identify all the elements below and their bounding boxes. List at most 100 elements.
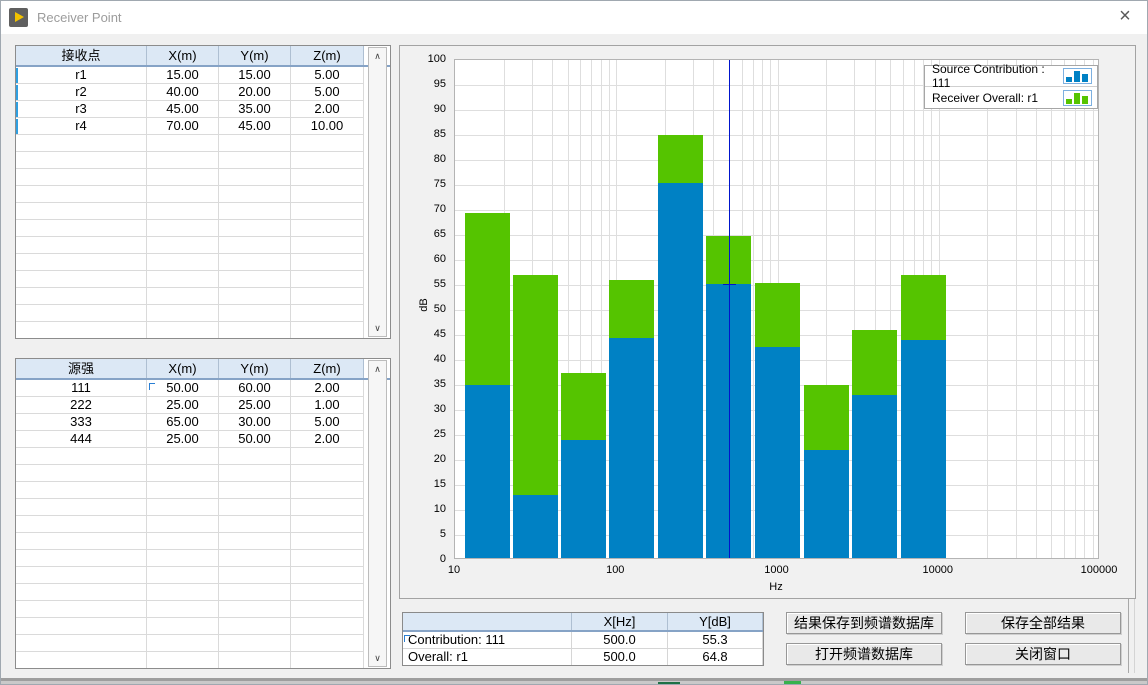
y-tick-label: 60 (402, 252, 446, 266)
table-row[interactable] (16, 448, 390, 465)
row-marker (16, 68, 18, 83)
scroll-up-icon[interactable]: ∧ (369, 48, 386, 64)
cursor-table-header: X[Hz] Y[dB] (403, 613, 763, 632)
receiver-table-scrollbar[interactable]: ∧ ∨ (368, 47, 387, 337)
contribution-bar (465, 385, 510, 559)
cursor-table-row[interactable]: Overall: r1500.064.8 (403, 649, 763, 666)
bar-plot-icon[interactable] (1063, 90, 1092, 106)
table-row[interactable] (16, 305, 390, 322)
spectrum-chart: 0510152025303540455055606570758085909510… (399, 45, 1136, 599)
open-spectrum-db-button[interactable]: 打开频谱数据库 (786, 643, 942, 665)
labview-vi-icon (9, 8, 28, 27)
col-header-y: Y(m) (219, 46, 291, 65)
bar-plot-icon[interactable] (1063, 68, 1092, 84)
close-icon[interactable]: × (1107, 1, 1143, 34)
source-table-scrollbar[interactable]: ∧ ∨ (368, 360, 387, 667)
overall-bar (901, 275, 946, 340)
cursor-line[interactable] (729, 60, 730, 559)
y-tick-label: 30 (402, 402, 446, 416)
x-tick-label: 10 (448, 564, 460, 576)
overall-bar (465, 213, 510, 386)
table-row[interactable] (16, 635, 390, 652)
gridline (987, 60, 988, 559)
table-row[interactable] (16, 618, 390, 635)
table-row[interactable] (16, 237, 390, 254)
table-row[interactable] (16, 482, 390, 499)
contribution-bar (561, 440, 606, 559)
y-tick-label: 45 (402, 327, 446, 341)
contribution-bar (901, 340, 946, 559)
y-tick-label: 75 (402, 177, 446, 191)
col-header-z: Z(m) (291, 359, 364, 378)
table-row[interactable] (16, 465, 390, 482)
overall-bar (513, 275, 558, 495)
y-tick-label: 10 (402, 502, 446, 516)
legend-row-contribution[interactable]: Source Contribution : 111 (925, 66, 1097, 87)
col-header-empty (403, 613, 572, 630)
table-row[interactable] (16, 322, 390, 339)
table-row[interactable] (16, 288, 390, 305)
table-row[interactable] (16, 254, 390, 271)
gridline (1093, 60, 1094, 559)
x-tick-label: 1000 (764, 564, 788, 576)
table-row[interactable]: 44425.0050.002.00 (16, 431, 390, 448)
legend-row-overall[interactable]: Receiver Overall: r1 (925, 87, 1097, 108)
y-tick-label: 80 (402, 152, 446, 166)
table-row[interactable] (16, 601, 390, 618)
table-row[interactable] (16, 271, 390, 288)
table-row[interactable] (16, 203, 390, 220)
col-header-x: X(m) (147, 359, 219, 378)
col-header-source: 源强 (16, 359, 147, 378)
y-tick-label: 5 (402, 527, 446, 541)
table-row[interactable] (16, 220, 390, 237)
scroll-up-icon[interactable]: ∧ (369, 361, 386, 377)
chart-legend[interactable]: Source Contribution : 111 Receiver Overa… (924, 65, 1098, 109)
contribution-bar (804, 450, 849, 559)
scroll-down-icon[interactable]: ∨ (369, 650, 386, 666)
save-results-to-spectrum-db-button[interactable]: 结果保存到频谱数据库 (786, 612, 942, 634)
overall-bar (804, 385, 849, 450)
save-all-results-button[interactable]: 保存全部结果 (965, 612, 1121, 634)
table-row[interactable]: r115.0015.005.00 (16, 67, 390, 84)
col-header-z: Z(m) (291, 46, 364, 65)
table-row[interactable] (16, 135, 390, 152)
y-tick-label: 25 (402, 427, 446, 441)
close-window-button[interactable]: 关闭窗口 (965, 643, 1121, 665)
table-row[interactable] (16, 186, 390, 203)
col-header-ydb: Y[dB] (668, 613, 763, 630)
cursor-table-row[interactable]: Contribution: 111500.055.3 (403, 632, 763, 649)
table-row[interactable]: r240.0020.005.00 (16, 84, 390, 101)
gridline (1084, 60, 1085, 559)
table-row[interactable] (16, 516, 390, 533)
table-row[interactable]: r470.0045.0010.00 (16, 118, 390, 135)
table-row[interactable]: 22225.0025.001.00 (16, 397, 390, 414)
table-row[interactable] (16, 550, 390, 567)
scroll-down-icon[interactable]: ∨ (369, 320, 386, 336)
table-row[interactable] (16, 584, 390, 601)
table-row[interactable] (16, 533, 390, 550)
receiver-table-header: 接收点 X(m) Y(m) Z(m) (16, 46, 390, 67)
plot-area[interactable] (454, 59, 1099, 559)
window-title: Receiver Point (37, 1, 122, 34)
table-row[interactable] (16, 169, 390, 186)
table-row[interactable] (16, 499, 390, 516)
table-row[interactable] (16, 652, 390, 669)
y-tick-label: 15 (402, 477, 446, 491)
cell-selection-marker (404, 635, 410, 642)
gridline (1016, 60, 1017, 559)
divider (1134, 599, 1135, 673)
table-row[interactable]: 33365.0030.005.00 (16, 414, 390, 431)
run-arrow-icon (15, 12, 24, 22)
table-row[interactable]: r345.0035.002.00 (16, 101, 390, 118)
x-tick-label: 10000 (922, 564, 953, 576)
contribution-bar (609, 338, 654, 560)
table-row[interactable]: 11150.0060.002.00 (16, 380, 390, 397)
y-tick-label: 65 (402, 227, 446, 241)
y-tick-label: 100 (402, 52, 446, 66)
table-row[interactable] (16, 152, 390, 169)
gridline (1075, 60, 1076, 559)
overall-bar (852, 330, 897, 395)
legend-label: Receiver Overall: r1 (932, 91, 1038, 105)
cell-selection-marker (149, 383, 155, 390)
table-row[interactable] (16, 567, 390, 584)
